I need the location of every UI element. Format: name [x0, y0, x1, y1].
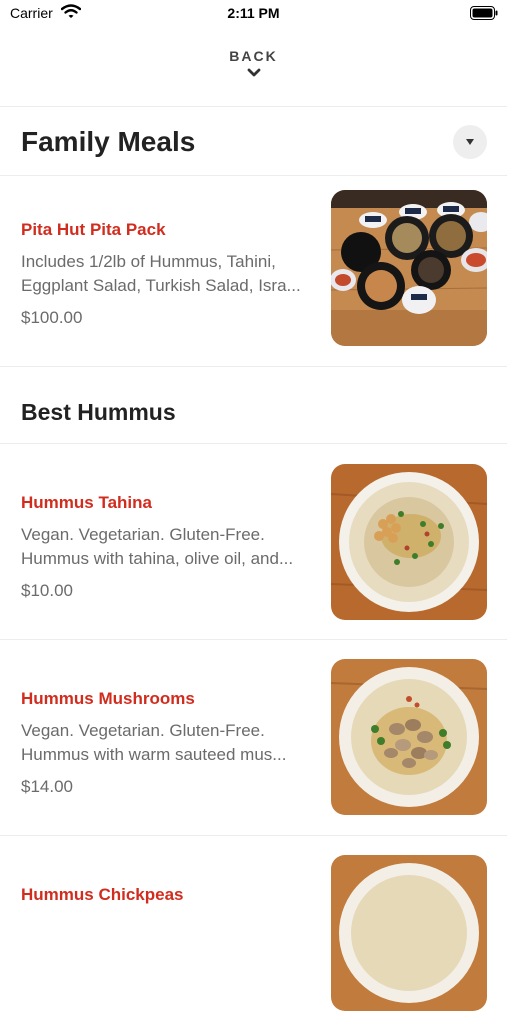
back-label: BACK: [229, 48, 278, 64]
caret-down-icon: [466, 139, 474, 145]
item-description-line: Includes 1/2lb of Hummus, Tahini,: [21, 252, 276, 271]
battery-icon: [470, 6, 498, 25]
divider: [0, 106, 507, 107]
section-title-best-hummus: Best Hummus: [21, 399, 176, 425]
menu-item-hummus-chickpeas[interactable]: Hummus Chickpeas: [0, 836, 507, 1011]
item-photo: [331, 659, 487, 815]
item-photo: [331, 190, 487, 346]
item-name: Hummus Mushrooms: [21, 689, 195, 708]
item-description: Vegan. Vegetarian. Gluten-Free. Hummus w…: [21, 523, 311, 571]
item-name: Pita Hut Pita Pack: [21, 220, 166, 239]
item-name: Hummus Chickpeas: [21, 885, 184, 904]
item-description-line: Hummus with warm sauteed mus...: [21, 745, 287, 764]
item-photo: [331, 855, 487, 1011]
item-description-line: Hummus with tahina, olive oil, and...: [21, 549, 294, 568]
item-photo: [331, 464, 487, 620]
item-name: Hummus Tahina: [21, 493, 152, 512]
menu-item-pita-pack[interactable]: Pita Hut Pita Pack Includes 1/2lb of Hum…: [0, 176, 507, 366]
item-description-line: Vegan. Vegetarian. Gluten-Free.: [21, 721, 265, 740]
status-bar: Carrier 2:11 PM: [0, 0, 507, 30]
category-dropdown-button[interactable]: [453, 125, 487, 159]
menu-item-hummus-tahina[interactable]: Hummus Tahina Vegan. Vegetarian. Gluten-…: [0, 444, 507, 639]
section-title-family-meals: Family Meals: [21, 126, 196, 157]
clock: 2:11 PM: [227, 5, 280, 21]
item-description: Vegan. Vegetarian. Gluten-Free. Hummus w…: [21, 719, 311, 767]
item-description-line: Vegan. Vegetarian. Gluten-Free.: [21, 525, 265, 544]
item-price: $10.00: [21, 581, 73, 600]
item-price: $14.00: [21, 777, 73, 796]
back-button[interactable]: BACK: [0, 48, 507, 78]
item-description-line: Eggplant Salad, Turkish Salad, Isra...: [21, 276, 301, 295]
chevron-down-icon: [247, 68, 260, 77]
item-description: Includes 1/2lb of Hummus, Tahini, Eggpla…: [21, 250, 311, 298]
divider: [0, 366, 507, 367]
item-price: $100.00: [21, 308, 83, 327]
menu-item-hummus-mushrooms[interactable]: Hummus Mushrooms Vegan. Vegetarian. Glut…: [0, 640, 507, 835]
